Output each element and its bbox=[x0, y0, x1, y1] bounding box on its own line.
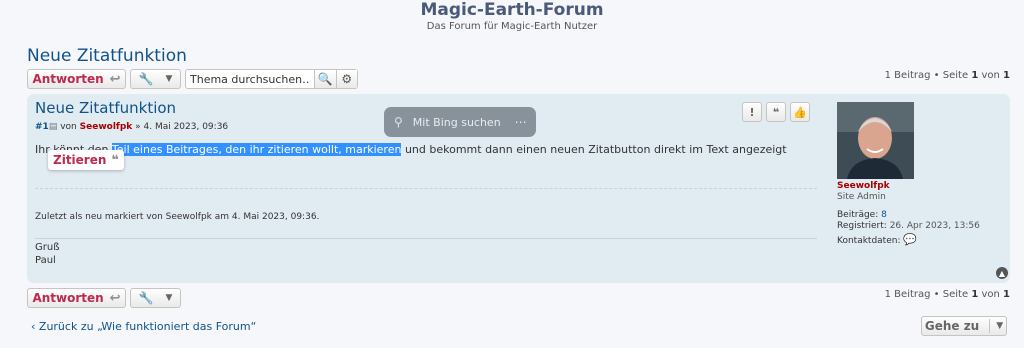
search-button[interactable]: 🔍 bbox=[314, 70, 336, 88]
profile-posts: Beiträge: 8 bbox=[837, 210, 887, 220]
gear-icon: ⚙ bbox=[341, 72, 353, 86]
jump-to-button[interactable]: Gehe zu ▼ bbox=[921, 316, 1007, 336]
signature-divider bbox=[35, 238, 817, 239]
site-description: Das Forum für Magic-Earth Nutzer bbox=[426, 21, 598, 32]
search-icon: 🔍 bbox=[317, 72, 333, 86]
reply-icon: ↩ bbox=[109, 290, 121, 306]
topic-tools-button[interactable]: 🔧 ▼ bbox=[130, 69, 181, 89]
bing-label: Mit Bing suchen bbox=[412, 115, 501, 129]
report-icon: ! bbox=[749, 105, 755, 119]
pagination-bottom: 1 Beitrag • Seite 1 von 1 bbox=[884, 289, 1010, 300]
like-button[interactable]: 👍 bbox=[790, 102, 810, 122]
more-icon[interactable]: ⋯ bbox=[515, 115, 527, 129]
divider bbox=[35, 188, 817, 189]
chevron-down-icon: ▼ bbox=[165, 293, 173, 303]
quote-selection-button[interactable]: Zitieren ❝ bbox=[48, 150, 125, 170]
reply-button-bottom[interactable]: Antworten ↩ bbox=[27, 288, 126, 308]
thumbs-up-icon: 👍 bbox=[793, 105, 807, 119]
selected-text: Teil eines Beitrages, den ihr zitieren w… bbox=[111, 143, 402, 156]
profile-contact: Kontaktdaten: 💬 bbox=[837, 233, 918, 246]
search-icon: ⚲ bbox=[394, 115, 403, 129]
site-title[interactable]: Magic-Earth-Forum bbox=[0, 0, 1024, 20]
search-input[interactable] bbox=[186, 70, 314, 88]
quote-popup-label: Zitieren bbox=[53, 153, 107, 167]
quote-icon: ❝ bbox=[772, 105, 780, 119]
chat-icon[interactable]: 💬 bbox=[903, 233, 917, 246]
pagination-top: 1 Beitrag • Seite 1 von 1 bbox=[884, 70, 1010, 81]
post-date: » 4. Mai 2023, 09:36 bbox=[135, 122, 229, 132]
goto-label: Gehe zu bbox=[925, 319, 991, 333]
topic-tools-button-bottom[interactable]: 🔧 ▼ bbox=[130, 288, 181, 308]
profile-rank: Site Admin bbox=[837, 192, 886, 202]
topic-search: 🔍 ⚙ bbox=[185, 69, 358, 89]
signature: Gruß Paul bbox=[35, 242, 60, 266]
post-number[interactable]: #1 bbox=[35, 122, 49, 132]
reply-label: Antworten bbox=[32, 72, 104, 86]
back-to-forum-link[interactable]: ‹ Zurück zu „Wie funktioniert das Forum“ bbox=[31, 320, 256, 333]
file-icon[interactable]: ▤ bbox=[49, 122, 58, 132]
quote-button[interactable]: ❝ bbox=[766, 102, 786, 122]
profile-username[interactable]: Seewolfpk bbox=[837, 181, 890, 191]
posts-count-link[interactable]: 8 bbox=[881, 210, 887, 220]
post-author[interactable]: Seewolfpk bbox=[80, 122, 133, 132]
report-button[interactable]: ! bbox=[742, 102, 762, 122]
chevron-left-icon: ‹ bbox=[31, 320, 36, 333]
reply-label: Antworten bbox=[32, 291, 104, 305]
profile-registered: Registriert: 26. Apr 2023, 13:56 bbox=[837, 221, 980, 231]
post-content: Ihr könnt den Teil eines Beitrages, den … bbox=[35, 143, 787, 156]
chevron-down-icon: ▼ bbox=[165, 74, 173, 84]
quote-icon: ❝ bbox=[111, 152, 120, 168]
post-meta: #1▤ von Seewolfpk » 4. Mai 2023, 09:36 bbox=[35, 122, 228, 132]
wrench-icon: 🔧 bbox=[138, 291, 154, 305]
post-by: von bbox=[60, 122, 77, 132]
reply-button[interactable]: Antworten ↩ bbox=[27, 69, 126, 89]
edit-note: Zuletzt als neu markiert von Seewolfpk a… bbox=[35, 212, 320, 222]
post-title[interactable]: Neue Zitatfunktion bbox=[35, 99, 176, 117]
advanced-search-button[interactable]: ⚙ bbox=[335, 70, 357, 88]
reply-icon: ↩ bbox=[109, 71, 121, 87]
wrench-icon: 🔧 bbox=[138, 72, 154, 86]
avatar[interactable] bbox=[837, 102, 914, 179]
bing-search-popup[interactable]: ⚲ Mit Bing suchen ⋯ bbox=[384, 107, 536, 137]
top-icon[interactable]: ▲ bbox=[996, 267, 1008, 279]
chevron-down-icon: ▼ bbox=[996, 321, 1004, 331]
topic-title[interactable]: Neue Zitatfunktion bbox=[27, 46, 187, 66]
